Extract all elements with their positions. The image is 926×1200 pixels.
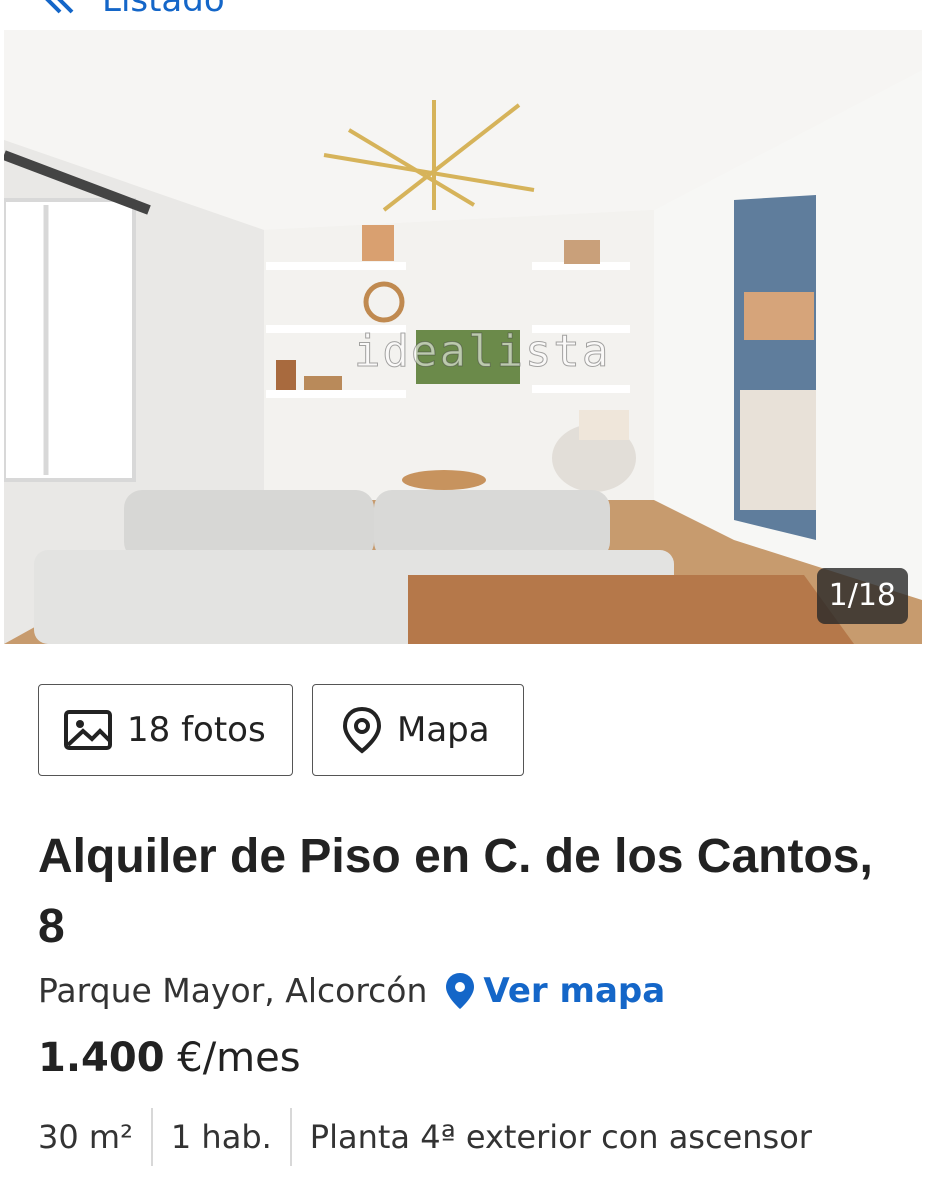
top-bar: Listado	[0, 0, 926, 28]
watermark: idealista	[353, 326, 611, 378]
map-button[interactable]: Mapa	[312, 684, 524, 776]
feature-area: 30 m²	[38, 1118, 133, 1156]
map-pin-icon	[446, 973, 475, 1009]
feature-rooms: 1 hab.	[150, 1108, 290, 1166]
price-amount: 1.400	[38, 1035, 165, 1081]
image-icon	[64, 710, 112, 750]
chevron-double-left-icon	[45, 0, 74, 14]
price: 1.400 €/mes	[38, 1032, 301, 1084]
photos-button[interactable]: 18 fotos	[38, 684, 293, 776]
photos-button-label: 18 fotos	[127, 710, 266, 750]
features-row: 30 m² 1 hab. Planta 4ª exterior con asce…	[38, 1108, 830, 1166]
price-unit: €/mes	[177, 1035, 301, 1081]
back-label: Listado	[102, 0, 225, 20]
photo-gallery[interactable]: idealista 1/18	[4, 30, 922, 644]
location-text: Parque Mayor, Alcorcón	[38, 971, 428, 1010]
photo-counter: 1/18	[816, 568, 908, 624]
see-map-label: Ver mapa	[483, 971, 666, 1011]
location-row: Parque Mayor, Alcorcón Ver mapa	[38, 968, 665, 1014]
see-map-link[interactable]: Ver mapa	[445, 968, 665, 1014]
back-to-list-link[interactable]: Listado	[40, 0, 225, 20]
listing-title: Alquiler de Piso en C. de los Cantos, 8	[38, 830, 873, 953]
map-button-label: Mapa	[397, 710, 490, 750]
map-pin-icon	[342, 706, 382, 754]
feature-floor: Planta 4ª exterior con ascensor	[289, 1108, 830, 1166]
